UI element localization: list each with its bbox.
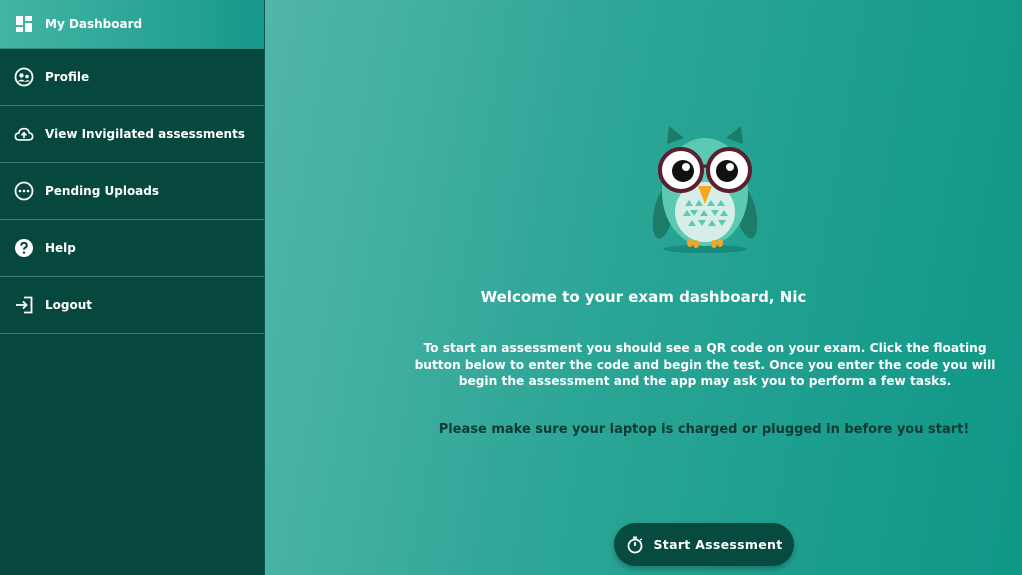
sidebar: My Dashboard Profile View Invigilated as…	[0, 0, 265, 575]
app-window: My Dashboard Profile View Invigilated as…	[0, 0, 1022, 575]
sidebar-item-profile[interactable]: Profile	[0, 49, 264, 106]
sidebar-item-pending-uploads[interactable]: Pending Uploads	[0, 163, 264, 220]
sidebar-item-view-invigilated-assessments[interactable]: View Invigilated assessments	[0, 106, 264, 163]
sidebar-item-my-dashboard[interactable]: My Dashboard	[0, 0, 264, 49]
sidebar-item-label: My Dashboard	[45, 17, 143, 31]
battery-warning-text: Please make sure your laptop is charged …	[438, 422, 970, 437]
start-assessment-button[interactable]: Start Assessment	[614, 523, 794, 566]
logout-icon	[14, 295, 34, 315]
help-icon	[14, 238, 34, 258]
sidebar-item-label: Profile	[45, 70, 90, 84]
main-content: Welcome to your exam dashboard, Nic To s…	[265, 0, 1022, 575]
instructions-text: To start an assessment you should see a …	[414, 341, 996, 388]
sidebar-item-label: Pending Uploads	[45, 184, 160, 198]
sidebar-item-label: View Invigilated assessments	[45, 127, 245, 141]
sidebar-item-label: Help	[45, 241, 76, 255]
stopwatch-icon	[626, 536, 644, 554]
welcome-heading: Welcome to your exam dashboard, Nic	[480, 288, 807, 306]
sidebar-item-label: Logout	[45, 298, 93, 312]
sidebar-item-logout[interactable]: Logout	[0, 277, 264, 334]
dashboard-icon	[14, 14, 34, 34]
profile-icon	[14, 67, 34, 87]
cloud-upload-icon	[14, 124, 34, 144]
start-assessment-label: Start Assessment	[653, 537, 783, 552]
more-horizontal-icon	[14, 181, 34, 201]
sidebar-item-help[interactable]: Help	[0, 220, 264, 277]
owl-mascot-icon	[652, 126, 758, 253]
